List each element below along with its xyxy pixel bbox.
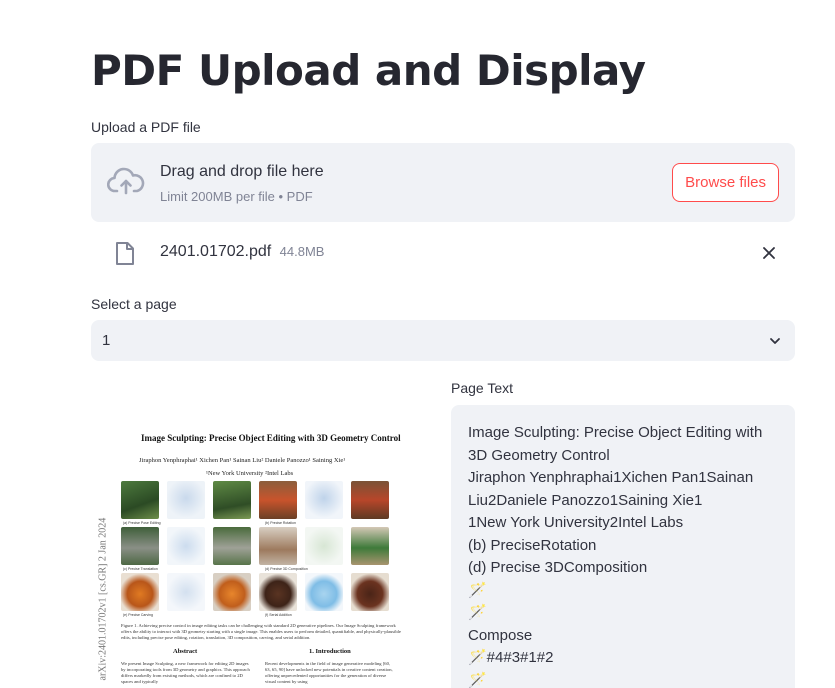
- figure-caption-c: (c) Precise Translation: [123, 567, 158, 571]
- page-text-label: Page Text: [451, 380, 514, 396]
- pdf-figure-caption: Figure 1. Achieving precise control in i…: [121, 623, 401, 640]
- page-text-area[interactable]: Image Sculpting: Precise Object Editing …: [451, 405, 795, 688]
- uploaded-file-row: 2401.01702.pdf 44.8MB: [91, 236, 795, 272]
- close-icon[interactable]: [761, 245, 777, 266]
- figure-thumbnail: [259, 527, 297, 565]
- page-text-line: (b) PreciseRotation: [468, 536, 597, 554]
- figure-thumbnail: [121, 573, 159, 611]
- page-text-line: Jiraphon Yenphraphai1Xichen Pan1Sainan: [468, 469, 754, 486]
- figure-thumbnail: [121, 527, 159, 565]
- figure-thumbnail: [351, 527, 389, 565]
- file-size: 44.8MB: [279, 244, 325, 259]
- figure-thumbnail: [213, 481, 251, 519]
- pdf-abstract-text: We present Image Sculpting, a new framew…: [121, 661, 250, 684]
- page-text-line: (d) Precise 3DComposition: [468, 559, 648, 576]
- dropzone-limit: Limit 200MB per file • PDF: [160, 189, 313, 204]
- figure-thumbnail: [259, 573, 297, 611]
- pdf-arxiv-id: arXiv:2401.01702v1 [cs.GR] 2 Jan 2024: [97, 517, 109, 681]
- pdf-intro-text: Recent developments in the field of imag…: [265, 661, 393, 684]
- page-text-line: 🪄: [468, 604, 487, 621]
- figure-caption-a: (a) Precise Pose Editing: [123, 521, 161, 525]
- pdf-abstract-heading: Abstract: [173, 648, 198, 655]
- page-text-line: 1New York University2Intel Labs: [468, 514, 684, 531]
- uploaded-file-name: 2401.01702.pdf 44.8MB: [160, 243, 324, 261]
- figure-thumbnail: [259, 481, 297, 519]
- figure-thumbnail: [305, 481, 343, 519]
- figure-caption-e: (e) Precise Carving: [123, 613, 153, 617]
- browse-files-button[interactable]: Browse files: [672, 163, 779, 202]
- pdf-page-preview: Image Sculpting: Precise Object Editing …: [91, 405, 421, 688]
- figure-thumbnail: [167, 527, 205, 565]
- page-text-line: 🪄: [468, 671, 487, 688]
- dropzone-instruction: Drag and drop file here: [160, 163, 324, 180]
- figure-caption-f: (f) Serial Addition: [265, 613, 292, 617]
- pdf-intro-heading: 1. Introduction: [309, 648, 351, 655]
- page-text-line: Image Sculpting: Precise Object Editing …: [468, 424, 763, 441]
- page-text-content: Image Sculpting: Precise Object Editing …: [468, 422, 778, 688]
- pdf-figure: (a) Precise Pose Editing (b) Precise Rot…: [121, 481, 397, 617]
- page-title: PDF Upload and Display: [91, 46, 646, 95]
- cloud-upload-icon: [106, 167, 145, 200]
- page-text-line: 3D Geometry Control: [468, 446, 610, 464]
- page-text-line: Liu2Daniele Panozzo1Saining Xie1: [468, 491, 703, 509]
- figure-thumbnail: [213, 527, 251, 565]
- pdf-affiliations: ¹New York University ²Intel Labs: [206, 470, 294, 477]
- figure-thumbnail: [305, 527, 343, 565]
- uploader-label: Upload a PDF file: [91, 119, 201, 135]
- file-dropzone[interactable]: Drag and drop file here Limit 200MB per …: [91, 143, 795, 222]
- page-select-label: Select a page: [91, 296, 177, 312]
- pdf-arxiv-stamp: arXiv:2401.01702v1 [cs.GR] 2 Jan 2024: [93, 500, 113, 688]
- figure-caption-b: (b) Precise Rotation: [265, 521, 296, 525]
- figure-caption-d: (d) Precise 3D Composition: [265, 567, 308, 571]
- figure-thumbnail: [167, 573, 205, 611]
- pdf-title: Image Sculpting: Precise Object Editing …: [141, 433, 401, 443]
- figure-thumbnail: [213, 573, 251, 611]
- figure-thumbnail: [121, 481, 159, 519]
- file-name-text: 2401.01702.pdf: [160, 243, 272, 260]
- page-text-line: Compose: [468, 626, 533, 644]
- page-select-value: 1: [102, 332, 111, 349]
- chevron-down-icon: [769, 334, 781, 352]
- pdf-authors: Jiraphon Yenphraphai¹ Xichen Pan¹ Sainan…: [139, 457, 346, 464]
- file-icon: [115, 241, 135, 271]
- figure-thumbnail: [351, 481, 389, 519]
- figure-thumbnail: [351, 573, 389, 611]
- figure-thumbnail: [167, 481, 205, 519]
- page-select[interactable]: 1: [91, 320, 795, 361]
- figure-thumbnail: [305, 573, 343, 611]
- page-text-line: 🪄: [468, 581, 487, 599]
- page-text-line: 🪄#4#3#1#2: [468, 649, 554, 666]
